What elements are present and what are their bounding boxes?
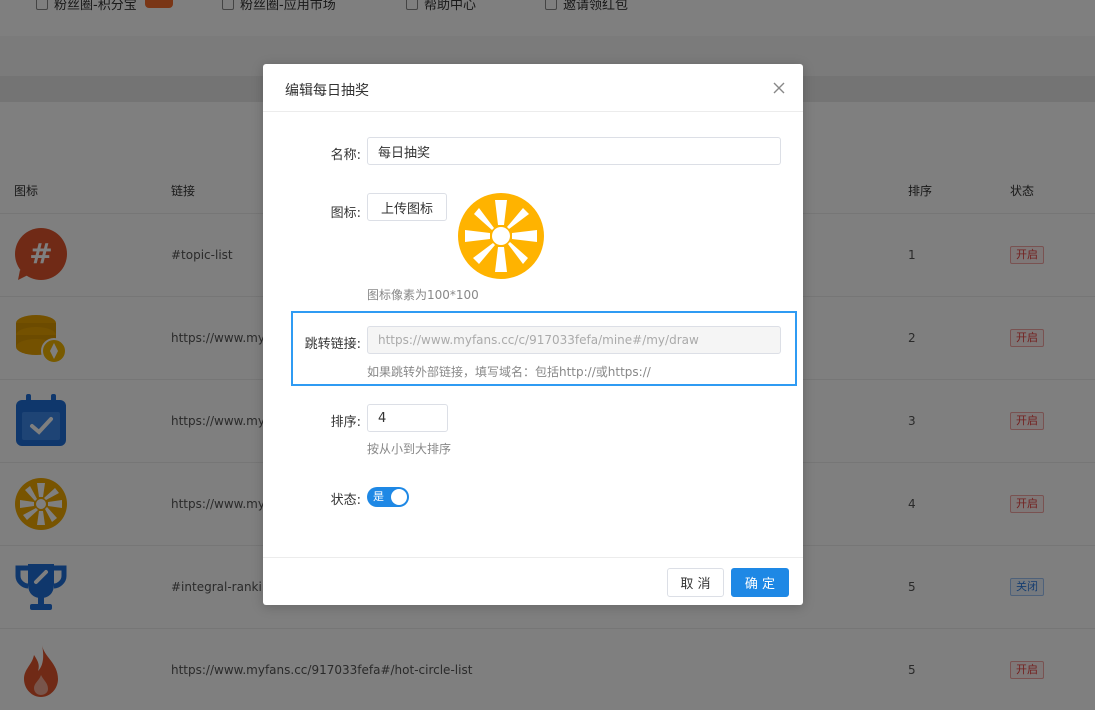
cancel-button[interactable]: 取 消 [667,568,724,597]
dialog-footer: 取 消 确 定 [263,557,803,605]
confirm-button[interactable]: 确 定 [731,568,789,597]
lottery-wheel-icon [458,193,544,279]
upload-icon-button[interactable]: 上传图标 [367,193,447,221]
name-input[interactable] [367,137,781,165]
edit-dialog: 编辑每日抽奖 名称: 图标: 上传图标 图标像素为100*100 跳转链接: 如… [263,64,803,605]
switch-text: 是 [373,490,384,503]
close-icon[interactable] [771,80,787,96]
status-toggle[interactable]: 是 [367,487,409,507]
name-label: 名称: [330,148,361,163]
link-input[interactable] [367,326,781,354]
link-label: 跳转链接: [304,337,361,352]
status-label: 状态: [330,493,361,508]
dialog-title: 编辑每日抽奖 [285,83,369,99]
switch-knob [391,489,407,505]
icon-hint: 图标像素为100*100 [367,288,479,302]
dialog-header: 编辑每日抽奖 [263,64,803,112]
link-hint: 如果跳转外部链接，填写域名：包括http://或https:// [367,365,651,379]
sort-hint: 按从小到大排序 [367,442,452,456]
sort-label: 排序: [330,415,361,430]
icon-label: 图标: [330,206,361,221]
sort-input[interactable] [367,404,448,432]
